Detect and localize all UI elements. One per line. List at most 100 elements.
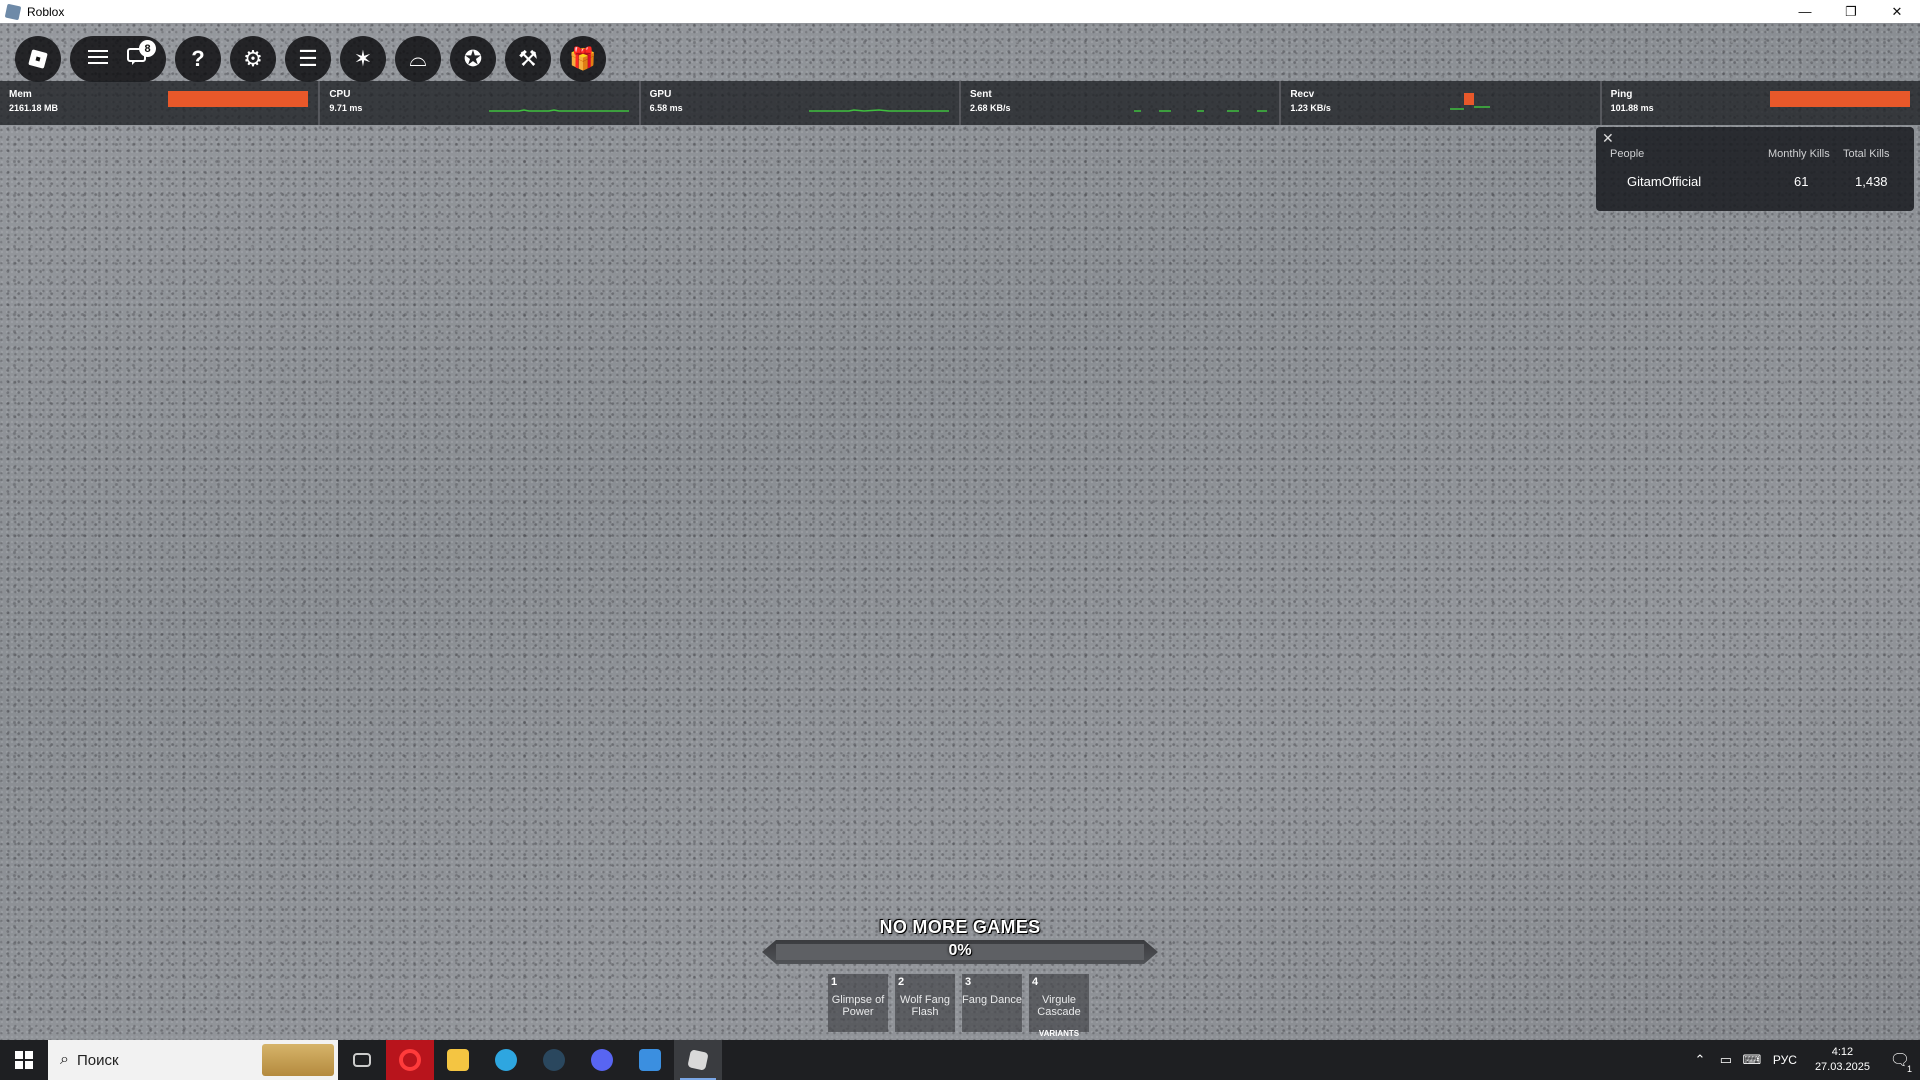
progress-text: 0% xyxy=(948,942,972,959)
taskbar-search-box[interactable]: ⌕ Поиск xyxy=(48,1040,338,1080)
task-view-icon xyxy=(353,1053,371,1067)
taskbar-app-file-explorer[interactable] xyxy=(434,1040,482,1080)
stats-list-icon: ☰ xyxy=(298,46,318,71)
hotbar-slot-1[interactable]: 1 Glimpse of Power xyxy=(828,974,888,1032)
search-placeholder: Поиск xyxy=(76,1051,119,1069)
steam-icon xyxy=(543,1049,565,1071)
chat-badge: 8 xyxy=(139,40,156,57)
badge-icon: ✪ xyxy=(463,46,483,71)
top-toolbar: 8 ? ⚙ ☰ ✶ ⌓ ✪ ⚒ 🎁 xyxy=(15,36,606,82)
col-people: People xyxy=(1610,148,1645,160)
stat-bar xyxy=(1769,91,1910,107)
settings-button[interactable]: ⚙ xyxy=(230,36,276,82)
stat-name: Recv xyxy=(1290,89,1315,100)
stat-name: Ping xyxy=(1610,89,1633,100)
taskbar-app-microsoft-store[interactable] xyxy=(626,1040,674,1080)
hat-icon: ⌓ xyxy=(409,46,427,71)
start-button[interactable] xyxy=(0,1040,48,1080)
taskbar-app-discord[interactable] xyxy=(578,1040,626,1080)
hud-status-title: NO MORE GAMES xyxy=(879,917,1041,937)
leaderboard-panel: ✕ People Monthly Kills Total Kills Gitam… xyxy=(1596,127,1914,211)
hammer-button[interactable]: ⚒ xyxy=(505,36,551,82)
col-total-kills: Total Kills xyxy=(1843,148,1890,160)
performance-stats-bar: Mem 2161.18 MB CPU 9.71 ms GPU 6.58 ms S… xyxy=(0,81,1920,125)
taskbar-app-task-view[interactable] xyxy=(338,1040,386,1080)
variants-label[interactable]: VARIANTS xyxy=(1029,1029,1089,1038)
opera-icon xyxy=(399,1049,421,1071)
help-button[interactable]: ? xyxy=(175,36,221,82)
telegram-icon xyxy=(495,1049,517,1071)
folder-icon xyxy=(447,1049,469,1071)
progress-bar: 0% xyxy=(762,940,1158,964)
gear-icon: ⚙ xyxy=(243,46,263,71)
slot-key: 2 xyxy=(898,976,905,988)
window-title-bar: Roblox — ❐ ✕ xyxy=(0,0,1920,23)
stat-value: 9.71 ms xyxy=(329,103,363,113)
tray-keyboard-icon[interactable]: ⌨ xyxy=(1739,1052,1765,1068)
store-icon xyxy=(639,1049,661,1071)
close-button[interactable]: ✕ xyxy=(1874,0,1920,23)
stat-graph xyxy=(808,109,949,112)
window-title: Roblox xyxy=(27,4,65,19)
stat-cpu[interactable]: CPU 9.71 ms xyxy=(320,81,641,125)
slot-label: Fang Dance xyxy=(962,994,1022,1006)
stat-value: 6.58 ms xyxy=(649,103,683,113)
stat-graph xyxy=(1449,93,1490,110)
stat-gpu[interactable]: GPU 6.58 ms xyxy=(640,81,961,125)
hamburger-icon xyxy=(87,49,108,64)
system-tray: ⌃ ▭ ⌨ РУС 4:12 27.03.2025 🗨 1 xyxy=(1687,1040,1920,1080)
stat-recv[interactable]: Recv 1.23 KB/s xyxy=(1281,81,1602,125)
hotbar-slot-4[interactable]: 4 Virgule Cascade VARIANTS xyxy=(1029,974,1089,1038)
stat-value: 1.23 KB/s xyxy=(1290,103,1331,113)
stat-value: 101.88 ms xyxy=(1610,103,1654,113)
slot-key: 1 xyxy=(831,976,838,988)
ability-hotbar: 1 Glimpse of Power 2 Wolf Fang Flash 3 F… xyxy=(828,974,1089,1038)
taskbar-app-telegram[interactable] xyxy=(482,1040,530,1080)
emote-button[interactable]: ✶ xyxy=(340,36,386,82)
slot-label: Glimpse of Power xyxy=(831,994,885,1018)
total-kills-value: 1,438 xyxy=(1855,174,1888,189)
discord-icon xyxy=(591,1049,613,1071)
stat-value: 2161.18 MB xyxy=(9,103,59,113)
roblox-icon xyxy=(687,1049,709,1071)
col-monthly-kills: Monthly Kills xyxy=(1768,148,1830,160)
action-center-button[interactable]: 🗨 1 xyxy=(1880,1040,1920,1080)
taskbar-app-opera[interactable] xyxy=(386,1040,434,1080)
slot-label: Wolf Fang Flash xyxy=(900,994,950,1018)
search-highlight-image xyxy=(262,1044,334,1076)
restore-button[interactable]: ❐ xyxy=(1828,0,1874,23)
search-icon: ⌕ xyxy=(60,1051,69,1068)
gift-button[interactable]: 🎁 xyxy=(560,36,606,82)
stat-name: Mem xyxy=(9,89,32,100)
gift-icon: 🎁 xyxy=(569,46,597,71)
input-language[interactable]: РУС xyxy=(1773,1053,1797,1067)
roblox-logo-icon xyxy=(28,49,48,69)
monthly-kills-value: 61 xyxy=(1794,174,1809,189)
stat-name: GPU xyxy=(649,89,672,100)
slot-label: Virgule Cascade xyxy=(1037,994,1081,1018)
hotbar-slot-2[interactable]: 2 Wolf Fang Flash xyxy=(895,974,955,1032)
stat-ping[interactable]: Ping 101.88 ms xyxy=(1601,81,1920,125)
taskbar-app-steam[interactable] xyxy=(530,1040,578,1080)
taskbar-clock[interactable]: 4:12 27.03.2025 xyxy=(1815,1045,1870,1075)
clock-time: 4:12 xyxy=(1831,1046,1854,1058)
roblox-menu-button[interactable] xyxy=(15,36,61,82)
stat-sent[interactable]: Sent 2.68 KB/s xyxy=(960,81,1282,125)
stat-mem[interactable]: Mem 2161.18 MB xyxy=(0,81,321,125)
hat-button[interactable]: ⌓ xyxy=(395,36,441,82)
emote-icon: ✶ xyxy=(353,46,373,71)
tray-overflow-chevron-icon[interactable]: ⌃ xyxy=(1687,1052,1713,1068)
stat-graph xyxy=(488,109,629,112)
stat-bar xyxy=(168,91,309,107)
stats-list-button[interactable]: ☰ xyxy=(285,36,331,82)
minimize-button[interactable]: — xyxy=(1782,0,1828,23)
hotbar-slot-3[interactable]: 3 Fang Dance xyxy=(962,974,1022,1032)
badge-button[interactable]: ✪ xyxy=(450,36,496,82)
hamburger-menu-button[interactable] xyxy=(87,49,108,70)
taskbar-app-roblox[interactable] xyxy=(674,1040,722,1080)
windows-logo-icon xyxy=(15,1051,33,1069)
tray-network-icon[interactable]: ▭ xyxy=(1713,1052,1739,1068)
notification-count: 1 xyxy=(1906,1064,1912,1074)
game-viewport[interactable]: 8 ? ⚙ ☰ ✶ ⌓ ✪ ⚒ 🎁 Mem 2161.18 MB CPU 9.7… xyxy=(0,23,1920,1040)
leaderboard-close-button[interactable]: ✕ xyxy=(1602,130,1614,147)
